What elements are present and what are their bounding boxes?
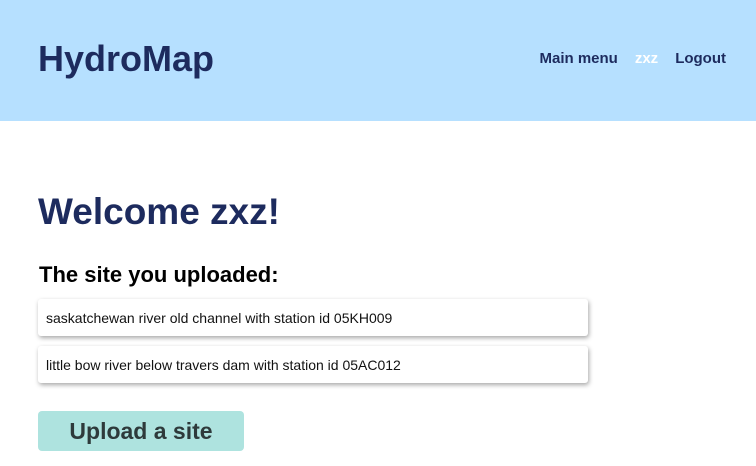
site-card[interactable]: saskatchewan river old channel with stat… [38, 299, 588, 336]
app-header: HydroMap Main menu zxz Logout [0, 0, 756, 121]
site-card-label: saskatchewan river old channel with stat… [46, 309, 393, 326]
nav-main-menu-link[interactable]: Main menu [540, 50, 618, 68]
top-nav: Main menu zxz Logout [540, 50, 727, 68]
uploaded-sites-title: The site you uploaded: [39, 262, 279, 287]
welcome-heading: Welcome zxz! [38, 191, 280, 232]
uploaded-sites-list: saskatchewan river old channel with stat… [38, 299, 588, 393]
brand-logo-text[interactable]: HydroMap [38, 38, 214, 80]
nav-user-link[interactable]: zxz [635, 50, 658, 68]
upload-site-button[interactable]: Upload a site [38, 411, 244, 451]
site-card[interactable]: little bow river below travers dam with … [38, 346, 588, 383]
site-card-label: little bow river below travers dam with … [46, 356, 401, 373]
nav-logout-link[interactable]: Logout [675, 50, 726, 68]
